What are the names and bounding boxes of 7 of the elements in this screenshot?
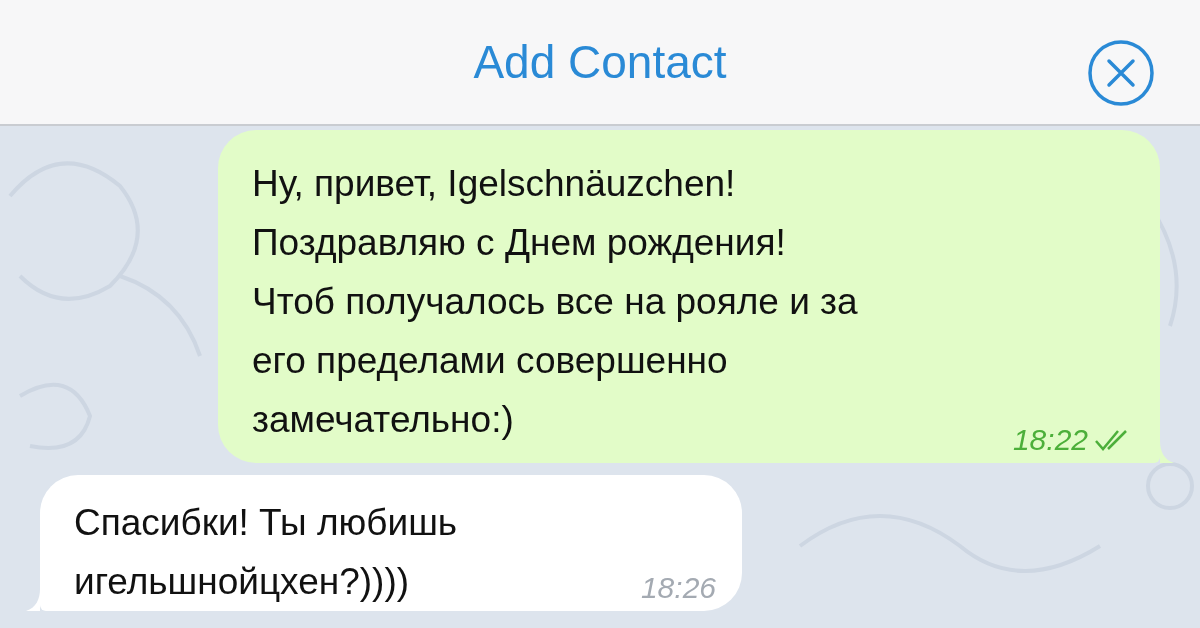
message-text: Спасибки! Ты любишь игельшнойцхен?))))	[74, 501, 458, 604]
message-text: Ну, привет, Igelschnäuzchen! Поздравляю с Днем рождения! Чтоб получалось все на рояле и за его пределами совершенно замечательно:)	[252, 162, 858, 442]
close-icon	[1086, 38, 1156, 108]
close-button[interactable]	[1086, 38, 1156, 108]
message-time: 18:22	[1012, 423, 1088, 457]
window-title: Add Contact	[473, 35, 727, 89]
message-time: 18:26	[640, 571, 716, 605]
